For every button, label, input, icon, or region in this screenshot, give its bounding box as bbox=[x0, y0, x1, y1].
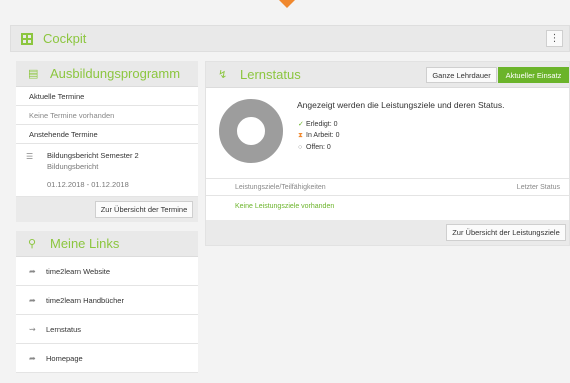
leistungsziele-overview-button[interactable]: Zur Übersicht der Leistungsziele bbox=[446, 224, 566, 241]
lernstatus-panel: ↯ Lernstatus Ganze Lehrdauer Aktueller E… bbox=[205, 61, 570, 246]
link-label: Lernstatus bbox=[46, 324, 82, 334]
calendar-icon: ▤ bbox=[28, 67, 39, 80]
col-letzter-status: Letzter Status bbox=[516, 184, 560, 191]
share-arrow-icon: ➦ bbox=[29, 266, 36, 276]
check-icon: ✓ bbox=[298, 121, 304, 128]
status-description: Angezeigt werden die Leistungsziele und … bbox=[297, 100, 505, 110]
goals-table-header: Leistungsziele/Teilfähigkeiten Letzter S… bbox=[206, 178, 569, 196]
termine-overview-button[interactable]: Zur Übersicht der Termine bbox=[95, 201, 193, 218]
share-arrow-icon: ➦ bbox=[29, 353, 36, 363]
ausbildungsprogramm-title: Ausbildungsprogramm bbox=[50, 66, 181, 81]
stat-erledigt: ✓ Erledigt: 0 bbox=[298, 120, 338, 128]
no-goals-text: Keine Leistungsziele vorhanden bbox=[235, 203, 335, 210]
link-time2learn-website[interactable]: ➦ time2learn Website bbox=[16, 257, 198, 286]
link-icon: ⚲ bbox=[28, 237, 37, 250]
list-icon: ☰ bbox=[26, 152, 34, 161]
bericht-dates: 01.12.2018 - 01.12.2018 bbox=[47, 180, 129, 189]
stat-value: 0 bbox=[333, 121, 338, 128]
bericht-type: Bildungsbericht bbox=[47, 162, 99, 171]
keine-termine-text: Keine Termine vorhanden bbox=[16, 106, 198, 125]
route-icon: ⇝ bbox=[29, 324, 36, 334]
tab-aktueller-einsatz[interactable]: Aktueller Einsatz bbox=[498, 67, 569, 83]
anstehende-termine-heading: Anstehende Termine bbox=[16, 125, 198, 144]
hourglass-icon: ⧗ bbox=[298, 132, 303, 139]
dropdown-arrow-indicator bbox=[279, 0, 295, 8]
link-label: time2learn Handbücher bbox=[46, 295, 124, 305]
dashboard-grid-icon bbox=[21, 32, 33, 45]
kebab-menu-icon[interactable]: ⋮ bbox=[546, 30, 563, 47]
cockpit-title: Cockpit bbox=[43, 31, 87, 46]
ausbildungsprogramm-header: ▤ Ausbildungsprogramm bbox=[16, 61, 198, 87]
termine-footer: Zur Übersicht der Termine bbox=[16, 197, 198, 222]
meine-links-header: ⚲ Meine Links bbox=[16, 231, 198, 257]
stat-label: In Arbeit: bbox=[306, 132, 334, 139]
link-lernstatus[interactable]: ⇝ Lernstatus bbox=[16, 315, 198, 344]
lernstatus-title: Lernstatus bbox=[240, 67, 301, 82]
tab-ganze-lehrdauer[interactable]: Ganze Lehrdauer bbox=[426, 67, 497, 83]
stat-label: Erledigt: bbox=[306, 121, 332, 128]
link-label: Homepage bbox=[46, 353, 83, 363]
link-time2learn-handbuecher[interactable]: ➦ time2learn Handbücher bbox=[16, 286, 198, 315]
link-label: time2learn Website bbox=[46, 266, 111, 276]
lernstatus-footer: Zur Übersicht der Leistungsziele bbox=[206, 220, 569, 245]
bericht-title: Bildungsbericht Semester 2 bbox=[47, 151, 139, 160]
circle-icon: ○ bbox=[298, 144, 303, 151]
stat-in-arbeit: ⧗ In Arbeit: 0 bbox=[298, 132, 340, 140]
share-arrow-icon: ➦ bbox=[29, 295, 36, 305]
aktuelle-termine-heading: Aktuelle Termine bbox=[16, 87, 198, 106]
cockpit-header: Cockpit ⋮ bbox=[10, 25, 570, 52]
status-donut-chart bbox=[219, 99, 283, 163]
bildungsbericht-entry[interactable]: ☰ Bildungsbericht Semester 2 Bildungsber… bbox=[16, 144, 198, 197]
link-homepage[interactable]: ➦ Homepage bbox=[16, 344, 198, 373]
stat-value: 0 bbox=[326, 144, 331, 151]
col-leistungsziele: Leistungsziele/Teilfähigkeiten bbox=[235, 184, 326, 191]
status-icon: ↯ bbox=[218, 68, 228, 81]
meine-links-title: Meine Links bbox=[50, 236, 120, 251]
stat-label: Offen: bbox=[306, 144, 325, 151]
stat-offen: ○ Offen: 0 bbox=[298, 144, 331, 151]
lernstatus-header: ↯ Lernstatus Ganze Lehrdauer Aktueller E… bbox=[206, 62, 569, 88]
stat-value: 0 bbox=[335, 132, 340, 139]
left-column: ▤ Ausbildungsprogramm Aktuelle Termine K… bbox=[16, 61, 198, 383]
